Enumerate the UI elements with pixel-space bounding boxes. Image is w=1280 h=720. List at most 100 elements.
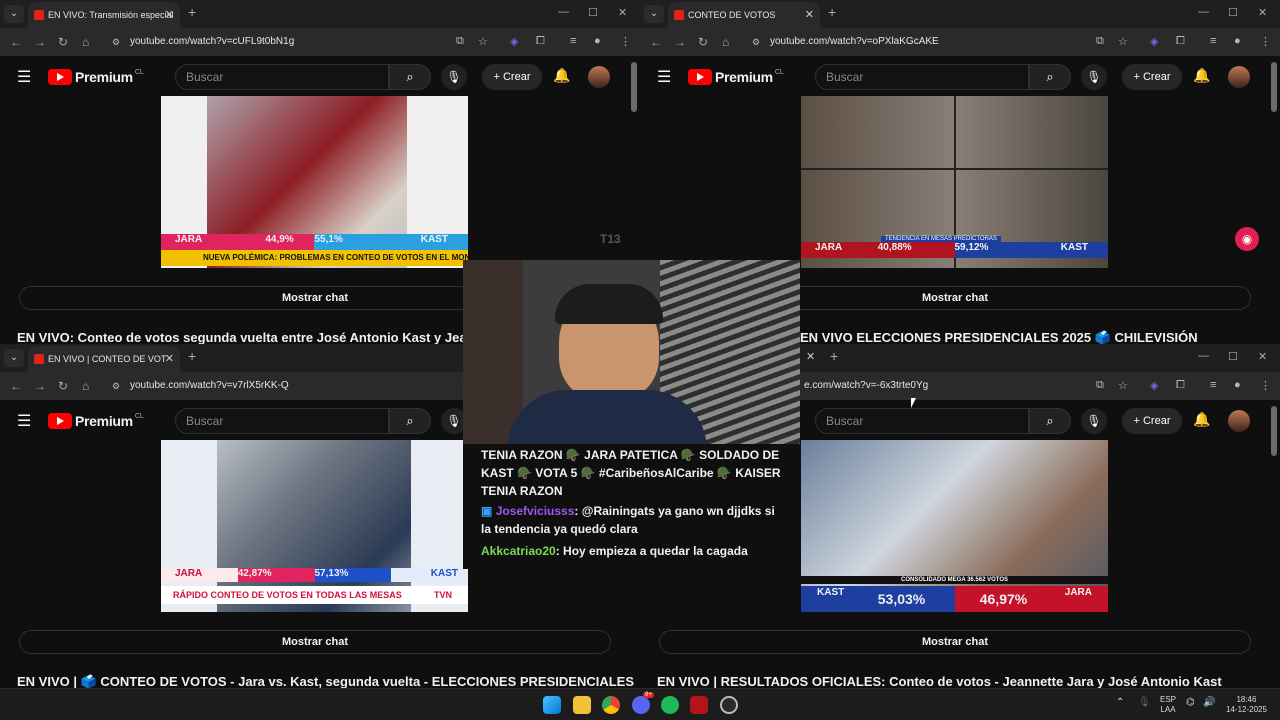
minimize-icon[interactable]: — [1198, 6, 1209, 18]
browser-menu-icon[interactable]: ⋮ [620, 35, 631, 48]
close-tab-icon[interactable]: ✕ [165, 346, 174, 372]
youtube-premium-logo[interactable]: Premium CL [48, 68, 144, 86]
profile-avatar-icon[interactable]: ● [1234, 35, 1241, 47]
media-control-icon[interactable]: ≡ [1210, 379, 1216, 391]
extensions-puzzle-icon[interactable]: ⧠ [1176, 379, 1185, 392]
notifications-bell-icon[interactable]: 🔔 [1193, 67, 1210, 84]
back-icon[interactable]: ← [10, 379, 22, 393]
tab-search-button[interactable]: ⌄ [644, 5, 664, 23]
new-tab-button[interactable]: + [830, 348, 838, 364]
voice-search-icon[interactable]: 🎙 [1081, 64, 1107, 90]
forward-icon[interactable]: → [34, 35, 46, 49]
voice-search-icon[interactable]: 🎙 [441, 64, 467, 90]
new-tab-button[interactable]: + [188, 348, 196, 364]
chat-username[interactable]: Akkcatriao20 [481, 544, 556, 558]
tab-active[interactable]: CONTEO DE VOTOS ✕ [668, 2, 820, 28]
install-icon[interactable]: ⧉ [1096, 35, 1104, 48]
bookmark-star-icon[interactable]: ☆ [1118, 35, 1128, 48]
back-icon[interactable]: ← [650, 35, 662, 49]
forward-icon[interactable]: → [34, 379, 46, 393]
video-player[interactable]: CONSOLIDADO MEGA 36.562 VOTOS KAST 53,03… [801, 440, 1108, 612]
url-field[interactable]: ⚙ youtube.com/watch?v=v7rlX5rKK-Q [104, 375, 464, 397]
search-input[interactable]: Buscar [815, 64, 1029, 90]
reload-icon[interactable]: ↻ [58, 379, 68, 393]
new-tab-button[interactable]: + [188, 4, 196, 20]
home-icon[interactable]: ⌂ [82, 379, 89, 393]
browser-menu-icon[interactable]: ⋮ [1260, 35, 1271, 48]
notifications-bell-icon[interactable]: 🔔 [1193, 411, 1210, 428]
site-info-icon[interactable]: ⚙ [112, 31, 120, 53]
obs-icon[interactable] [720, 696, 738, 714]
profile-avatar-icon[interactable]: ● [1234, 379, 1241, 391]
tab-search-button[interactable]: ⌄ [4, 349, 24, 367]
reload-icon[interactable]: ↻ [698, 35, 708, 49]
search-button[interactable]: ⌕ [389, 408, 431, 434]
url-field[interactable]: e.com/watch?v=-6x3trte0Yg [800, 375, 1100, 397]
close-tab-icon[interactable]: ✕ [165, 2, 174, 28]
video-player[interactable]: JARA 42,87% 57,13% KAST RÁPIDO CONTEO DE… [161, 440, 468, 612]
search-button[interactable]: ⌕ [1029, 408, 1071, 434]
chrome-icon[interactable] [602, 696, 620, 714]
close-tab-icon[interactable]: ✕ [805, 2, 814, 28]
maximize-icon[interactable]: ☐ [588, 6, 598, 19]
home-icon[interactable]: ⌂ [722, 35, 729, 49]
hamburger-menu-icon[interactable]: ☰ [657, 67, 671, 87]
tab-active[interactable]: EN VIVO | CONTEO DE VOT ✕ [28, 346, 180, 372]
site-info-icon[interactable]: ⚙ [112, 375, 120, 397]
create-button[interactable]: + Crear [1122, 64, 1182, 90]
bookmark-star-icon[interactable]: ☆ [478, 35, 488, 48]
close-window-icon[interactable]: ✕ [1258, 350, 1267, 363]
tab-active[interactable]: EN VIVO: Transmisión especial ✕ [28, 2, 180, 28]
media-control-icon[interactable]: ≡ [570, 35, 576, 47]
home-icon[interactable]: ⌂ [82, 35, 89, 49]
extensions-puzzle-icon[interactable]: ⧠ [536, 35, 545, 48]
reload-icon[interactable]: ↻ [58, 35, 68, 49]
extensions-puzzle-icon[interactable]: ⧠ [1176, 35, 1185, 48]
media-control-icon[interactable]: ≡ [1210, 35, 1216, 47]
extension-icon[interactable]: ◈ [1150, 35, 1158, 48]
volume-icon[interactable]: 🔊 [1203, 698, 1215, 708]
search-input[interactable]: Buscar [175, 408, 389, 434]
avatar[interactable] [1228, 66, 1250, 88]
youtube-premium-logo[interactable]: Premium CL [48, 412, 144, 430]
search-button[interactable]: ⌕ [1029, 64, 1071, 90]
minimize-icon[interactable]: — [1198, 350, 1209, 362]
profile-avatar-icon[interactable]: ● [594, 35, 601, 47]
create-button[interactable]: + Crear [1122, 408, 1182, 434]
close-window-icon[interactable]: ✕ [618, 6, 627, 19]
forward-icon[interactable]: → [674, 35, 686, 49]
tray-overflow-icon[interactable]: ⌃ [1116, 698, 1124, 708]
video-player[interactable]: JARA 40,88% 59,12% KAST TENDENCIA EN MES… [801, 96, 1108, 268]
keyboard-language[interactable]: ESP LAA [1160, 695, 1176, 715]
maximize-icon[interactable]: ☐ [1228, 6, 1238, 19]
youtube-premium-logo[interactable]: Premium CL [688, 68, 784, 86]
hamburger-menu-icon[interactable]: ☰ [17, 67, 31, 87]
tab-search-button[interactable]: ⌄ [4, 5, 24, 23]
minimize-icon[interactable]: — [558, 6, 569, 18]
avatar[interactable] [1228, 410, 1250, 432]
bookmark-star-icon[interactable]: ☆ [1118, 379, 1128, 392]
create-button[interactable]: + Crear [482, 64, 542, 90]
browser-menu-icon[interactable]: ⋮ [1260, 379, 1271, 392]
clock[interactable]: 18:46 14-12-2025 [1226, 695, 1267, 715]
mic-tray-icon[interactable]: 🎙 [1138, 698, 1151, 708]
voice-search-icon[interactable]: 🎙 [1081, 408, 1107, 434]
chat-username[interactable]: Josefviciusss [496, 504, 575, 518]
avatar[interactable] [588, 66, 610, 88]
search-button[interactable]: ⌕ [389, 64, 431, 90]
extension-icon[interactable]: ◈ [1150, 379, 1158, 392]
back-icon[interactable]: ← [10, 35, 22, 49]
extension-icon[interactable]: ◈ [510, 35, 518, 48]
url-field[interactable]: ⚙ youtube.com/watch?v=cUFL9t0bN1g [104, 31, 464, 53]
scrollbar-thumb[interactable] [1271, 406, 1277, 456]
site-info-icon[interactable]: ⚙ [752, 31, 760, 53]
scrollbar-thumb[interactable] [1271, 62, 1277, 112]
scrollbar-thumb[interactable] [631, 62, 637, 112]
search-input[interactable]: Buscar [175, 64, 389, 90]
windows-start-icon[interactable] [543, 696, 561, 714]
url-field[interactable]: ⚙ youtube.com/watch?v=oPXlaKGcAKE [744, 31, 1104, 53]
close-tab-icon[interactable]: ✕ [806, 350, 815, 363]
spotify-icon[interactable] [661, 696, 679, 714]
video-player[interactable]: JARA 44,9% 55,1% KAST NUEVA POLÉMICA: PR… [161, 96, 468, 268]
install-icon[interactable]: ⧉ [1096, 379, 1104, 392]
